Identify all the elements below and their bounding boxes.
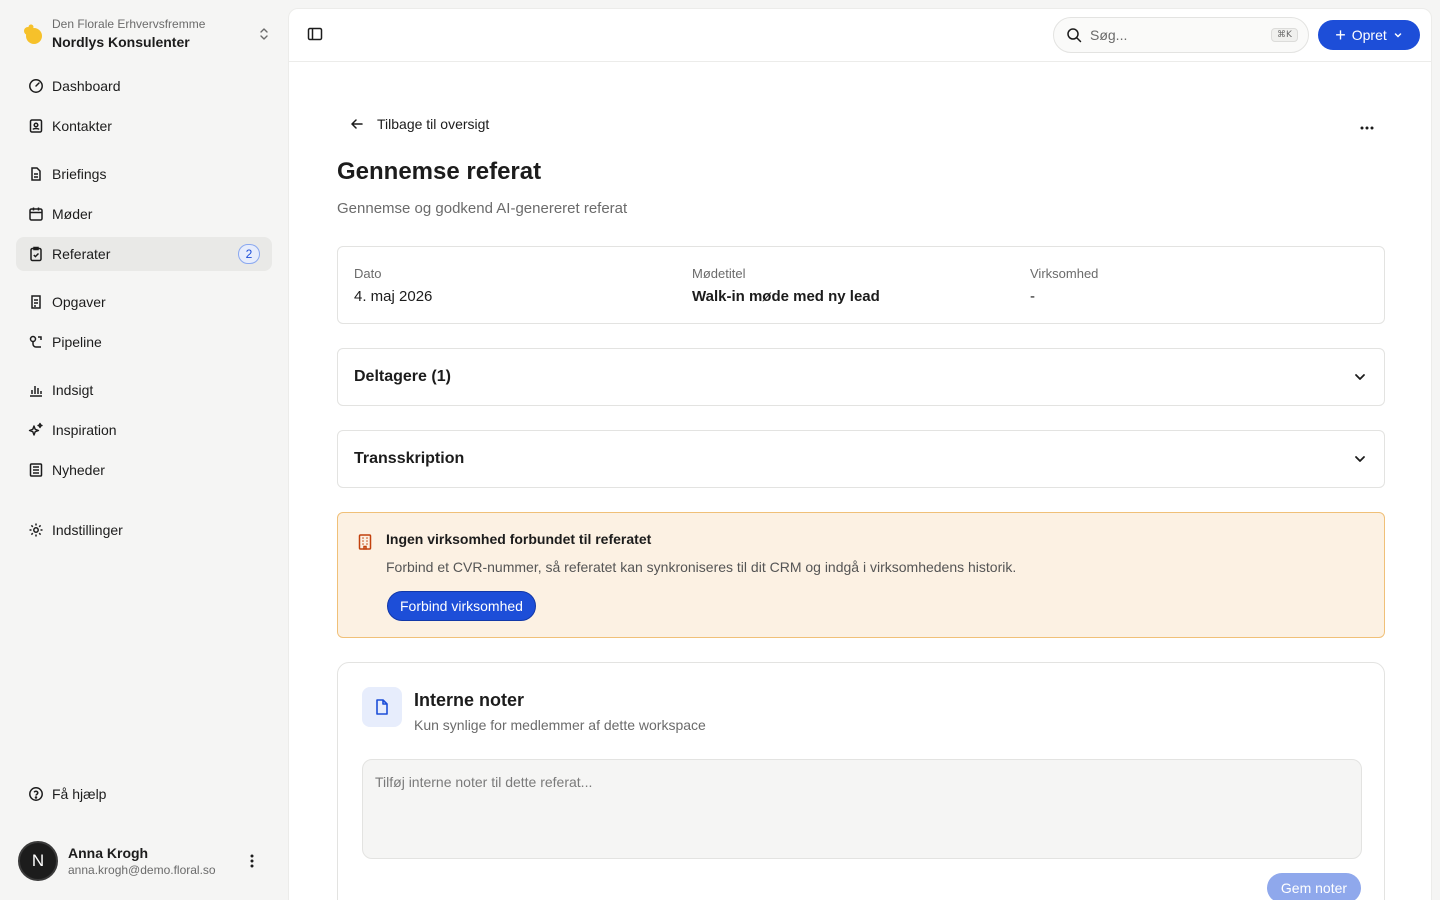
save-notes-button[interactable]: Gem noter [1267,873,1361,900]
meta-value: Walk-in møde med ny lead [692,288,880,305]
avatar: N [18,841,58,881]
sidebar-item-label: Møder [52,206,93,222]
main-panel: ⌘K + Opret Tilbage til oversigt Gennemse… [288,8,1432,900]
sidebar-item-label: Inspiration [52,422,117,438]
internal-notes-card: Interne noter Kun synlige for medlemmer … [337,662,1385,900]
sidebar-item-indsigt[interactable]: Indsigt [16,373,272,407]
sidebar-item-dashboard[interactable]: Dashboard [16,69,272,103]
newspaper-icon [28,462,44,478]
meta-title: Mødetitel Walk-in møde med ny lead [692,265,1030,305]
building-icon [356,533,374,551]
sidebar-item-label: Nyheder [52,462,105,478]
file-icon [362,687,402,727]
more-vertical-icon[interactable] [242,851,262,871]
plus-icon: + [1335,25,1346,45]
sidebar-item-label: Få hjælp [52,786,107,802]
back-link[interactable]: Tilbage til oversigt [349,116,489,132]
meta-label: Dato [354,266,382,281]
meeting-meta-card: Dato 4. maj 2026 Mødetitel Walk-in møde … [337,246,1385,324]
page-subtitle: Gennemse og godkend AI-genereret referat [337,200,628,217]
notes-subtitle: Kun synlige for medlemmer af dette works… [414,717,706,733]
sparkles-icon [28,422,44,438]
sidebar-item-label: Referater [52,246,111,262]
document-icon [28,166,44,182]
meta-company: Virksomhed - [1030,265,1368,305]
participants-accordion[interactable]: Deltagere (1) [337,348,1385,406]
page-title: Gennemse referat [337,158,542,185]
sidebar-item-label: Kontakter [52,118,112,134]
workspace-name: Nordlys Konsulenter [52,34,190,50]
alert-text: Forbind et CVR-nummer, så referatet kan … [386,559,1017,575]
user-email: anna.krogh@demo.floral.so [68,863,216,877]
clipboard-check-icon [28,246,44,262]
meta-label: Mødetitel [692,266,746,281]
chevron-down-icon [1352,369,1368,385]
topbar: ⌘K + Opret [289,9,1431,62]
workspace-logo-icon [22,23,44,45]
notes-title: Interne noter [414,690,525,710]
chevron-down-icon [1352,451,1368,467]
no-company-alert: Ingen virksomhed forbundet til referatet… [337,512,1385,638]
sidebar-item-label: Pipeline [52,334,102,350]
sidebar-item-inspiration[interactable]: Inspiration [16,413,272,447]
sidebar-item-label: Indsigt [52,382,94,398]
create-button-label: Opret [1351,27,1387,43]
search-icon [1066,27,1082,43]
workspace-org: Den Florale Erhvervsfremme [52,17,206,31]
dashboard-icon [28,78,44,94]
tasks-icon [28,294,44,310]
bar-chart-icon [28,382,44,398]
meta-value: - [1030,288,1035,305]
chevron-down-icon [1393,30,1403,40]
notes-textarea[interactable] [362,759,1362,859]
meta-date: Dato 4. maj 2026 [354,265,692,305]
user-name: Anna Krogh [68,845,149,861]
sidebar: Den Florale Erhvervsfremme Nordlys Konsu… [0,0,288,900]
chevron-up-down-icon [256,26,272,42]
sidebar-toggle-icon[interactable] [307,26,325,44]
sidebar-item-label: Indstillinger [52,522,123,538]
contacts-icon [28,118,44,134]
arrow-left-icon [349,116,365,132]
sidebar-item-pipeline[interactable]: Pipeline [16,325,272,359]
alert-title: Ingen virksomhed forbundet til referatet [386,531,652,547]
sidebar-item-referater[interactable]: Referater 2 [16,237,272,271]
sidebar-item-briefings[interactable]: Briefings [16,157,272,191]
calendar-icon [28,206,44,222]
connect-company-button[interactable]: Forbind virksomhed [387,591,536,621]
sidebar-item-label: Briefings [52,166,107,182]
meta-value: 4. maj 2026 [354,288,433,305]
sidebar-item-label: Opgaver [52,294,106,310]
count-badge: 2 [238,244,260,264]
sidebar-item-opgaver[interactable]: Opgaver [16,285,272,319]
accordion-title: Deltagere (1) [354,368,451,385]
sidebar-item-kontakter[interactable]: Kontakter [16,109,272,143]
sidebar-item-label: Dashboard [52,78,121,94]
gear-icon [28,522,44,538]
transcription-accordion[interactable]: Transskription [337,430,1385,488]
sidebar-item-help[interactable]: Få hjælp [16,777,272,811]
user-menu[interactable]: N Anna Krogh anna.krogh@demo.floral.so [18,838,274,884]
search-input[interactable] [1090,27,1271,43]
pipeline-icon [28,334,44,350]
sidebar-item-moder[interactable]: Møder [16,197,272,231]
back-link-label: Tilbage til oversigt [377,116,490,132]
search-bar[interactable]: ⌘K [1053,17,1309,53]
accordion-title: Transskription [354,450,465,467]
meta-label: Virksomhed [1030,266,1099,281]
more-horizontal-icon[interactable] [1357,118,1377,138]
sidebar-item-indstillinger[interactable]: Indstillinger [16,513,272,547]
create-button[interactable]: + Opret [1318,20,1420,50]
workspace-switcher[interactable]: Den Florale Erhvervsfremme Nordlys Konsu… [22,14,272,54]
help-circle-icon [28,786,44,802]
shortcut-hint: ⌘K [1271,28,1298,42]
sidebar-item-nyheder[interactable]: Nyheder [16,453,272,487]
